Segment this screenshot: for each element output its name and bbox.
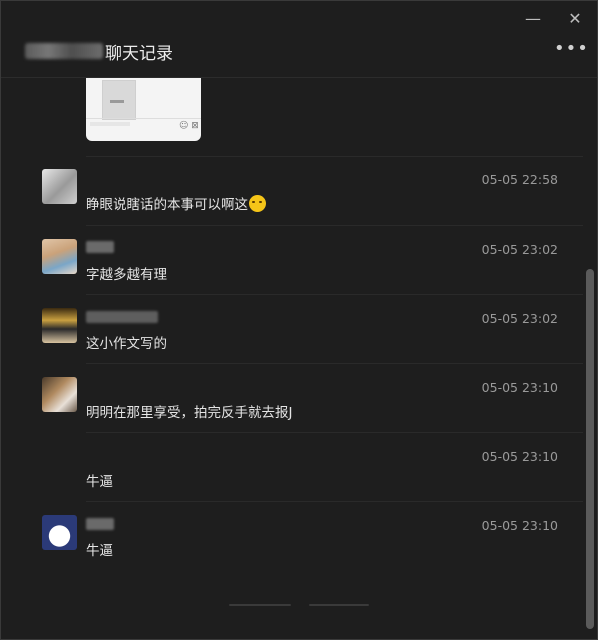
- message-separator: [86, 501, 583, 502]
- message-time: 05-05 22:58: [481, 172, 558, 187]
- avatar[interactable]: [42, 239, 77, 274]
- message-item: 05-05 23:10 明明在那里享受，拍完反手就去报J: [1, 375, 597, 435]
- thumbnail-icons: ☺ ⊠: [179, 121, 199, 131]
- bottom-divider-left: [229, 604, 291, 606]
- chat-history-window: — ✕ 聊天记录 ••• ☺ ⊠ 05-05 22:58 睁眼说瞎话的本事可以啊…: [0, 0, 598, 640]
- message-item: 05-05 22:58 睁眼说瞎话的本事可以啊这: [1, 167, 597, 227]
- message-time: 05-05 23:10: [481, 518, 558, 533]
- blurred-sender-name: [86, 311, 158, 323]
- avatar[interactable]: [42, 377, 77, 412]
- message-item: 05-05 23:02 字越多越有理: [1, 237, 597, 297]
- message-text[interactable]: 牛逼: [86, 470, 113, 490]
- message-text[interactable]: 这小作文写的: [86, 332, 167, 352]
- message-text[interactable]: 睁眼说瞎话的本事可以啊这: [86, 193, 266, 213]
- message-text[interactable]: 明明在那里享受，拍完反手就去报J: [86, 401, 292, 421]
- minimize-button[interactable]: —: [523, 9, 543, 29]
- avatar[interactable]: [42, 308, 77, 343]
- thumbnail-divider: [86, 118, 201, 119]
- window-title: 聊天记录: [25, 39, 173, 64]
- blurred-contact-name: [25, 43, 103, 59]
- scrollbar[interactable]: [586, 269, 594, 629]
- product-label: [110, 100, 124, 103]
- message-time: 05-05 23:02: [481, 311, 558, 326]
- message-item: 05-05 23:10 牛逼: [1, 444, 597, 504]
- avatar[interactable]: [42, 169, 77, 204]
- message-separator: [86, 432, 583, 433]
- blurred-sender-name: [86, 518, 114, 530]
- blurred-sender-name: [86, 241, 114, 253]
- more-options-icon[interactable]: •••: [554, 39, 588, 59]
- message-separator: [86, 363, 583, 364]
- title-bar: — ✕ 聊天记录 •••: [1, 1, 597, 77]
- message-separator: [86, 294, 583, 295]
- message-separator: [86, 156, 583, 157]
- avatar[interactable]: [42, 515, 77, 550]
- message-text[interactable]: 牛逼: [86, 539, 113, 559]
- message-time: 05-05 23:10: [481, 380, 558, 395]
- message-item: 05-05 23:02 这小作文写的: [1, 306, 597, 366]
- image-message-thumbnail[interactable]: ☺ ⊠: [86, 78, 201, 141]
- bottom-divider-right: [309, 604, 369, 606]
- message-separator: [86, 225, 583, 226]
- message-item: 05-05 23:10 牛逼: [1, 513, 597, 573]
- close-button[interactable]: ✕: [565, 9, 585, 29]
- thumbnail-caption-blur: [90, 122, 130, 126]
- message-time: 05-05 23:02: [481, 242, 558, 257]
- title-text: 聊天记录: [105, 43, 173, 64]
- cat-grin-emoji-icon: [249, 195, 266, 212]
- message-text[interactable]: 字越多越有理: [86, 263, 167, 283]
- message-time: 05-05 23:10: [481, 449, 558, 464]
